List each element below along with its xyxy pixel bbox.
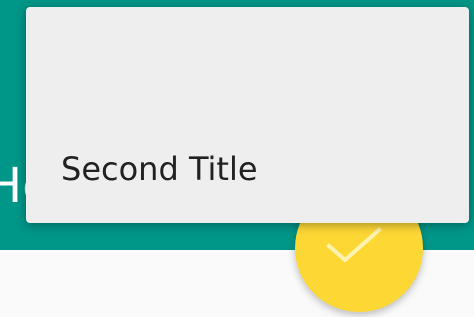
popup-card[interactable]: Second Title <box>26 7 469 223</box>
popup-title: Second Title <box>61 150 258 188</box>
app-screen: He Second Title <box>0 0 474 317</box>
check-icon <box>326 227 382 263</box>
